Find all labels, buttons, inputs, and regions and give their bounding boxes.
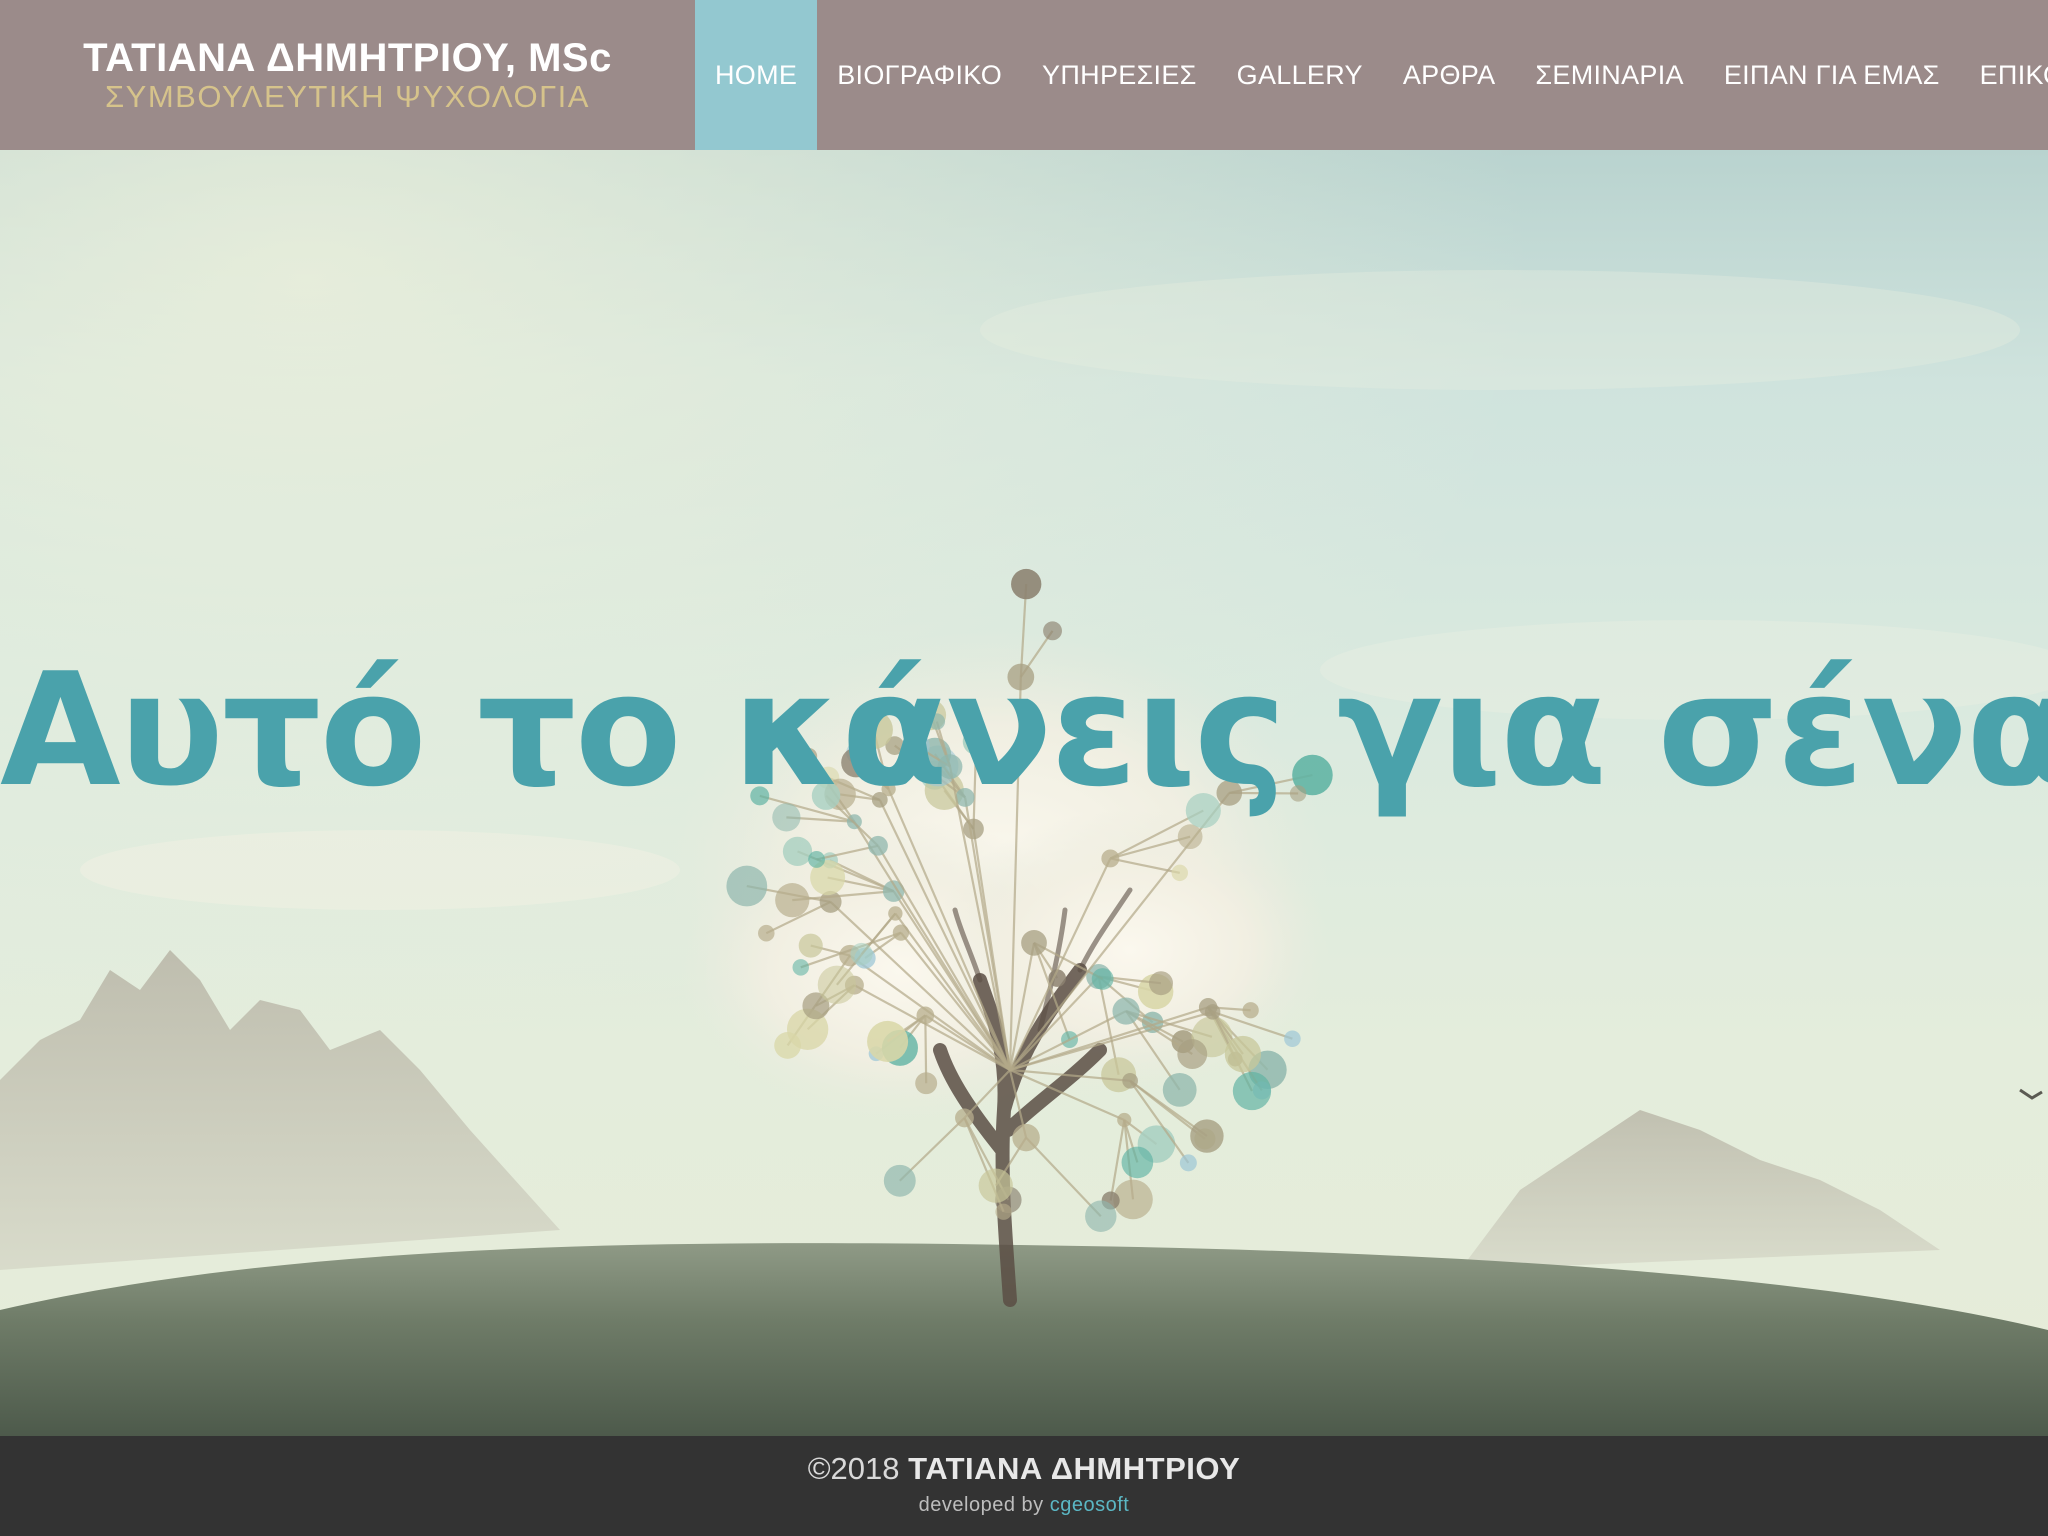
site-footer: ©2018 ΤΑΤΙΑΝΑ ΔΗΜΗΤΡΙΟΥ developed by cge… bbox=[0, 1436, 2048, 1536]
nav-item-seminars[interactable]: ΣΕΜΙΝΑΡΙΑ bbox=[1515, 0, 1703, 150]
hero-banner: Αυτό το κάνεις για σένα bbox=[0, 150, 2048, 1436]
nav-item-contact[interactable]: ΕΠΙΚΟΙΝΩΝΙΑ bbox=[1960, 0, 2048, 150]
site-header: ΤΑΤΙΑΝΑ ΔΗΜΗΤΡΙΟΥ, MSc ΣΥΜΒΟΥΛΕΥΤΙΚΗ ΨΥΧ… bbox=[0, 0, 2048, 150]
main-navigation: HOME ΒΙΟΓΡΑΦΙΚΟ ΥΠΗΡΕΣΙΕΣ GALLERY ΑΡΘΡΑ … bbox=[695, 0, 2048, 150]
hero-headline: Αυτό το κάνεις για σένα bbox=[0, 639, 2048, 821]
developer-link[interactable]: cgeosoft bbox=[1050, 1494, 1130, 1516]
nav-item-biography[interactable]: ΒΙΟΓΡΑΦΙΚΟ bbox=[817, 0, 1022, 150]
copyright-owner: ΤΑΤΙΑΝΑ ΔΗΜΗΤΡΙΟΥ bbox=[908, 1451, 1241, 1486]
nav-item-testimonials[interactable]: ΕΙΠΑΝ ΓΙΑ ΕΜΑΣ bbox=[1704, 0, 1960, 150]
nav-item-gallery[interactable]: GALLERY bbox=[1217, 0, 1383, 150]
nav-item-services[interactable]: ΥΠΗΡΕΣΙΕΣ bbox=[1022, 0, 1217, 150]
nav-item-articles[interactable]: ΑΡΘΡΑ bbox=[1383, 0, 1516, 150]
site-logo[interactable]: ΤΑΤΙΑΝΑ ΔΗΜΗΤΡΙΟΥ, MSc ΣΥΜΒΟΥΛΕΥΤΙΚΗ ΨΥΧ… bbox=[0, 0, 695, 150]
nav-item-home[interactable]: HOME bbox=[695, 0, 818, 150]
brand-subtitle: ΣΥΜΒΟΥΛΕΥΤΙΚΗ ΨΥΧΟΛΟΓΙΑ bbox=[105, 79, 590, 114]
copyright-line: ©2018 ΤΑΤΙΑΝΑ ΔΗΜΗΤΡΙΟΥ bbox=[0, 1450, 2048, 1488]
copyright-year: ©2018 bbox=[807, 1451, 900, 1486]
brand-name: ΤΑΤΙΑΝΑ ΔΗΜΗΤΡΙΟΥ, MSc bbox=[83, 36, 612, 80]
developer-credit: developed by cgeosoft bbox=[0, 1494, 2048, 1517]
developed-by-label: developed by bbox=[918, 1494, 1044, 1516]
